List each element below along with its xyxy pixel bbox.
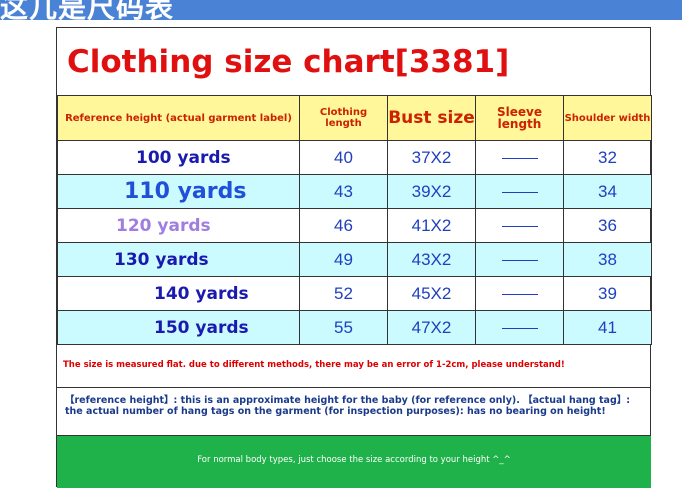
- length-cell: 55: [299, 310, 388, 345]
- header-sleeve: Sleeve length: [475, 95, 564, 141]
- shoulder-cell: 36: [563, 208, 652, 243]
- table-row: 100 yards 40 37X2 32: [57, 140, 652, 175]
- top-banner: 这几是尺码表: [0, 0, 682, 20]
- shoulder-cell: 39: [563, 276, 652, 311]
- length-cell: 52: [299, 276, 388, 311]
- shoulder-cell: 38: [563, 242, 652, 277]
- length-cell: 43: [299, 174, 388, 209]
- bust-cell: 47X2: [387, 310, 476, 345]
- length-cell: 49: [299, 242, 388, 277]
- footer-text: For normal body types, just choose the s…: [197, 455, 511, 465]
- shoulder-cell: 34: [563, 174, 652, 209]
- size-chart: Clothing size chart[3381] Reference heig…: [56, 27, 652, 488]
- sleeve-cell: [475, 242, 564, 277]
- height-cell: 140 yards: [57, 276, 300, 311]
- sleeve-cell: [475, 140, 564, 175]
- dash-mark: [501, 293, 538, 295]
- sleeve-cell: [475, 208, 564, 243]
- measurement-note-text: The size is measured flat. due to differ…: [63, 360, 565, 370]
- banner-title: 这几是尺码表: [0, 0, 175, 20]
- footer-banner: For normal body types, just choose the s…: [57, 436, 651, 488]
- chart-title: Clothing size chart[3381]: [67, 44, 510, 80]
- table-row: 150 yards 55 47X2 41: [57, 310, 652, 345]
- dash-mark: [501, 225, 538, 227]
- shoulder-cell: 32: [563, 140, 652, 175]
- sleeve-cell: [475, 174, 564, 209]
- header-row: Reference height (actual garment label) …: [57, 95, 652, 141]
- header-length: Clothing length: [299, 95, 388, 141]
- length-cell: 40: [299, 140, 388, 175]
- dash-mark: [501, 327, 538, 329]
- height-cell: 130 yards: [57, 242, 300, 277]
- bust-cell: 41X2: [387, 208, 476, 243]
- bust-cell: 45X2: [387, 276, 476, 311]
- shoulder-cell: 41: [563, 310, 652, 345]
- bust-cell: 43X2: [387, 242, 476, 277]
- reference-note: 【reference height】: this is an approxima…: [57, 388, 651, 436]
- sleeve-cell: [475, 276, 564, 311]
- height-cell: 110 yards: [57, 174, 300, 209]
- bust-cell: 37X2: [387, 140, 476, 175]
- height-cell: 100 yards: [57, 140, 300, 175]
- dash-mark: [501, 191, 538, 193]
- reference-note-text: 【reference height】: this is an approxima…: [65, 395, 631, 417]
- table-row: 110 yards 43 39X2 34: [57, 174, 652, 209]
- header-shoulder: Shoulder width: [563, 95, 652, 141]
- sleeve-cell: [475, 310, 564, 345]
- length-cell: 46: [299, 208, 388, 243]
- height-cell: 150 yards: [57, 310, 300, 345]
- table-row: 120 yards 46 41X2 36: [57, 208, 652, 243]
- table-row: 140 yards 52 45X2 39: [57, 276, 652, 311]
- header-height: Reference height (actual garment label): [57, 95, 300, 141]
- measurement-note: The size is measured flat. due to differ…: [57, 346, 651, 388]
- dash-mark: [501, 259, 538, 261]
- table-row: 130 yards 49 43X2 38: [57, 242, 652, 277]
- height-cell: 120 yards: [57, 208, 300, 243]
- header-bust: Bust size: [387, 95, 476, 141]
- size-table: Reference height (actual garment label) …: [57, 95, 652, 345]
- dash-mark: [501, 157, 538, 159]
- bust-cell: 39X2: [387, 174, 476, 209]
